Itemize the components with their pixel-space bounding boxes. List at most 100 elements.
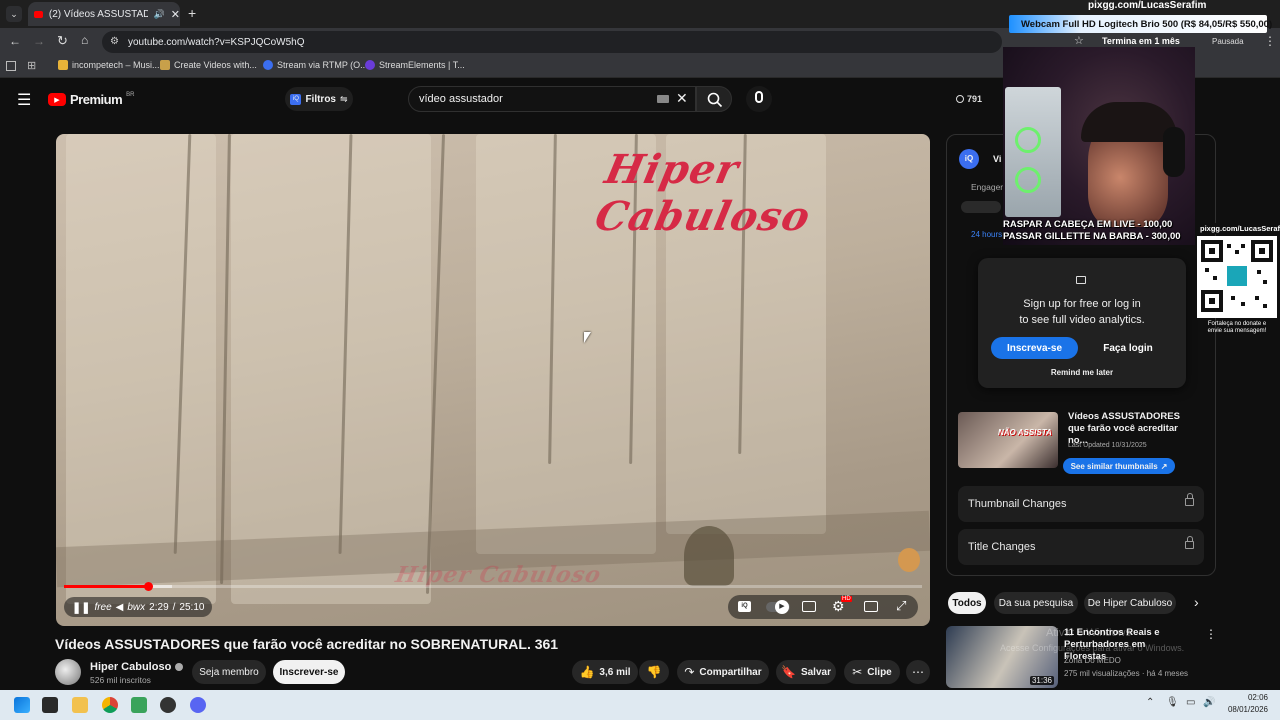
network-icon[interactable]: ▭ (1186, 697, 1195, 708)
tab-list-chevron-icon[interactable]: ⌄ (6, 6, 22, 22)
task-view-icon[interactable] (42, 697, 58, 713)
hamburger-menu-icon[interactable]: ☰ (17, 90, 31, 110)
forward-icon[interactable]: → (33, 34, 45, 48)
chrome-icon[interactable] (102, 697, 118, 713)
address-bar[interactable]: ⚙ youtube.com/watch?v=KSPJQCoW5hQ (102, 31, 1002, 53)
mouse-cursor-icon (584, 332, 591, 343)
pause-icon[interactable]: ❚❚ (72, 601, 90, 614)
scissors-icon: ✂ (852, 665, 863, 679)
hours-label[interactable]: 24 hours (971, 230, 1002, 239)
similar-thumbnails-button[interactable]: See similar thumbnails ↗ (1063, 458, 1175, 474)
windows-start-icon[interactable] (14, 697, 30, 713)
channel-avatar[interactable] (55, 659, 81, 685)
app-icon[interactable] (131, 697, 147, 713)
grid-icon[interactable]: ⊞ (27, 59, 36, 72)
shutter-panel (66, 134, 216, 604)
browser-tab-active[interactable]: (2) Vídeos ASSUSTADORES 🔊 ✕ (28, 2, 180, 26)
apps-icon[interactable] (6, 61, 16, 71)
keyboard-icon[interactable] (657, 95, 669, 103)
progress-track[interactable] (64, 585, 922, 588)
profile-status[interactable]: Pausada (1212, 37, 1244, 46)
browser-menu-icon[interactable]: ⋮ (1264, 34, 1276, 48)
voice-search-button[interactable] (746, 86, 772, 112)
join-button[interactable]: Seja membro (192, 660, 266, 684)
filters-button[interactable]: iQ Filtros ⇋ (285, 87, 353, 111)
iq-player-icon[interactable]: iQ (738, 601, 751, 612)
progress-played (64, 585, 148, 588)
engagement-label: Engager (971, 182, 1004, 192)
windows-activation-line1: Ativar o Windows (1046, 627, 1131, 639)
thumbs-down-icon: 👎 (646, 665, 662, 679)
thumbs-up-icon: 👍 (579, 665, 595, 679)
file-explorer-icon[interactable] (72, 697, 88, 713)
sliders-icon: ⇋ (340, 93, 348, 104)
thumbnail-changes-row[interactable]: Thumbnail Changes (958, 486, 1204, 522)
chip-all[interactable]: Todos (948, 592, 986, 614)
more-icon: ⋯ (912, 665, 924, 679)
clock-date[interactable]: 08/01/2026 (1224, 705, 1268, 714)
save-button[interactable]: 🔖 Salvar (776, 660, 836, 684)
miniplayer-icon[interactable] (864, 601, 878, 612)
player-right-controls: iQ ▶ ⚙ HD ⤢ (728, 595, 918, 619)
youtube-logo[interactable]: ▶ Premium BR (48, 92, 134, 107)
chip-from-channel[interactable]: De Hiper Cabuloso (1084, 592, 1176, 614)
bookmark-item[interactable]: Create Videos with... (160, 60, 257, 70)
popup-text-2: to see full video analytics. (1019, 314, 1145, 326)
bookmark-star-icon[interactable]: ☆ (1074, 34, 1084, 47)
clock-time[interactable]: 02:06 (1224, 693, 1268, 702)
new-tab-icon[interactable]: + (188, 5, 196, 21)
chip-from-search[interactable]: Da sua pesquisa (994, 592, 1078, 614)
dislike-button[interactable]: 👎 (639, 660, 669, 684)
speaker-tray-icon[interactable]: 🔊 (1203, 697, 1215, 708)
iq-logo-icon: iQ (959, 149, 979, 169)
recommendation-menu-icon[interactable]: ⋮ (1205, 627, 1217, 641)
panel-tab-partial[interactable]: Vi (993, 154, 1001, 164)
subscribe-button[interactable]: Inscrever-se (273, 660, 345, 684)
obs-icon[interactable] (160, 697, 176, 713)
share-arrow-icon: ↷ (684, 665, 695, 679)
remind-later-link[interactable]: Remind me later (978, 368, 1186, 377)
thumbnail-preview[interactable]: NÃO ASSISTA (958, 412, 1058, 468)
recommendation-thumbnail[interactable]: 31:36 (946, 626, 1058, 688)
volume-icon[interactable]: ◀ (116, 602, 124, 613)
title-changes-row[interactable]: Title Changes (958, 529, 1204, 565)
lock-icon (1185, 536, 1194, 549)
qr-code-icon (1201, 240, 1273, 312)
bookmark-item[interactable]: StreamElements | T... (365, 60, 465, 70)
views-badge: 791 (956, 94, 982, 104)
discord-icon[interactable] (190, 697, 206, 713)
subtitles-icon[interactable] (802, 601, 816, 612)
clock-icon (956, 95, 964, 103)
site-info-icon[interactable]: ⚙ (110, 36, 119, 47)
streamelements-icon (365, 60, 375, 70)
channel-name[interactable]: Hiper Cabuloso (90, 661, 184, 673)
microphone-tray-icon[interactable]: 🎙 (1166, 697, 1179, 708)
fullscreen-icon[interactable]: ⤢ (896, 598, 906, 614)
signup-button[interactable]: Inscreva-se (991, 337, 1078, 359)
clip-button[interactable]: ✂ Clipe (844, 660, 900, 684)
clear-search-icon[interactable]: ✕ (676, 90, 688, 107)
bookmark-item[interactable]: incompetech – Musi... (58, 60, 160, 70)
progress-scrubber[interactable] (144, 582, 153, 591)
last-updated: Last Updated 10/31/2025 (1068, 442, 1147, 449)
video-player[interactable]: Hiper Cabuloso Hiper Cabuloso ❚❚ free ◀ … (56, 134, 930, 626)
speaker-icon[interactable]: 🔊 (154, 9, 165, 20)
search-input[interactable]: vídeo assustador ✕ (408, 86, 696, 112)
back-icon[interactable]: ← (9, 34, 21, 48)
more-actions-button[interactable]: ⋯ (906, 660, 930, 684)
like-button[interactable]: 👍 3,6 mil (572, 660, 638, 684)
restream-icon (263, 60, 273, 70)
share-button[interactable]: ↷ Compartilhar (677, 660, 769, 684)
reload-icon[interactable]: ↻ (57, 33, 68, 49)
external-link-icon: ↗ (1160, 461, 1168, 471)
bookmark-item[interactable]: Stream via RTMP (O... (263, 60, 368, 70)
youtube-play-icon: ▶ (48, 93, 66, 106)
tray-chevron-icon[interactable]: ⌃ (1146, 697, 1154, 708)
recommendation-channel: Zona Do MEDO (1064, 656, 1121, 665)
login-button[interactable]: Faça login (1088, 337, 1168, 359)
close-tab-icon[interactable]: ✕ (171, 8, 180, 21)
home-icon[interactable]: ⌂ (81, 33, 88, 47)
video-overlay-brand: Hiper Cabuloso (591, 146, 815, 240)
chevron-right-icon[interactable]: › (1194, 594, 1199, 610)
search-button[interactable] (696, 86, 732, 112)
